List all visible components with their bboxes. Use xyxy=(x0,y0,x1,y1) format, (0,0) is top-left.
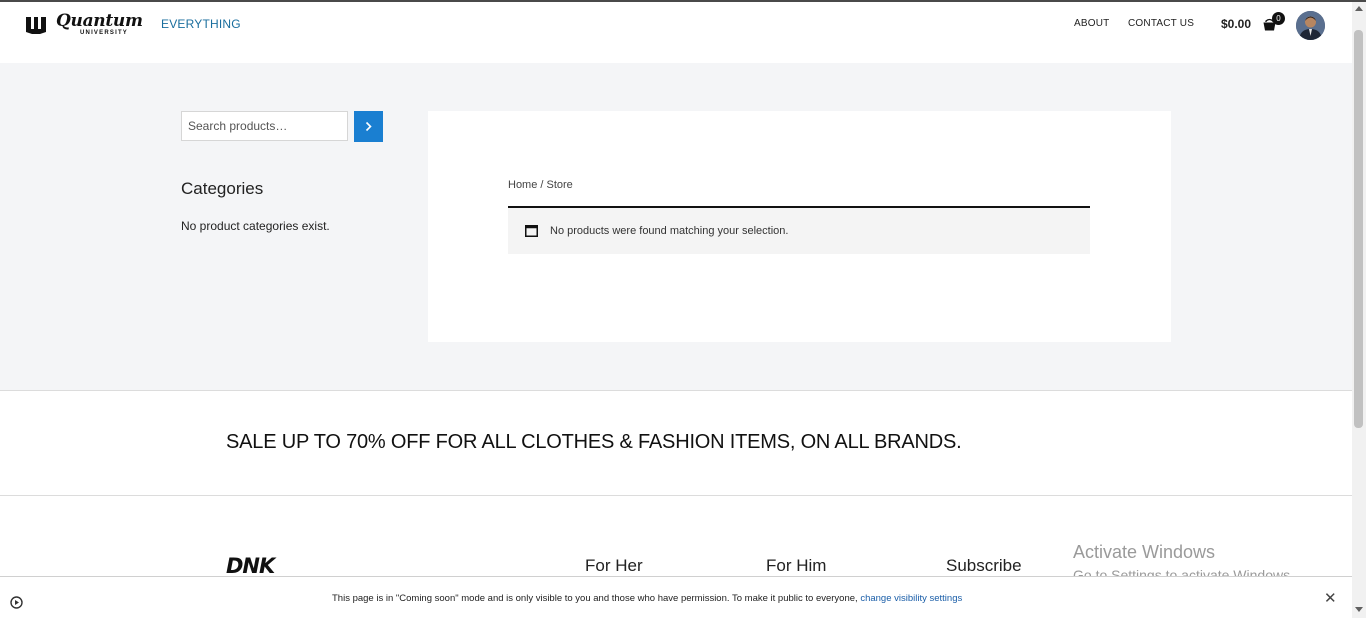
breadcrumb[interactable]: Home / Store xyxy=(508,179,573,191)
categories-empty-text: No product categories exist. xyxy=(181,219,330,233)
scroll-down-arrow-icon[interactable] xyxy=(1355,607,1363,612)
promo-banner-text: SALE UP TO 70% OFF FOR ALL CLOTHES & FAS… xyxy=(226,431,962,453)
close-icon[interactable]: ✕ xyxy=(1324,589,1337,607)
nav-about[interactable]: ABOUT xyxy=(1074,18,1109,29)
logo-text: Quantum UNIVERSITY xyxy=(56,11,143,37)
footer-for-him: For Him xyxy=(766,556,827,575)
nav-everything[interactable]: EVERYTHING xyxy=(161,17,241,31)
notice-text: No products were found matching your sel… xyxy=(550,225,789,237)
divider xyxy=(0,495,1352,496)
cart-total[interactable]: $0.00 xyxy=(1221,17,1251,31)
coming-soon-text: This page is in "Coming soon" mode and i… xyxy=(332,593,861,604)
change-visibility-link[interactable]: change visibility settings xyxy=(860,593,962,604)
coming-soon-bar: This page is in "Coming soon" mode and i… xyxy=(0,576,1352,618)
footer-logo[interactable]: DNK xyxy=(226,551,282,577)
avatar[interactable] xyxy=(1296,11,1325,40)
site-header: Quantum UNIVERSITY EVERYTHING ABOUT CONT… xyxy=(0,2,1352,63)
scrollbar[interactable] xyxy=(1352,2,1366,618)
chevron-right-icon xyxy=(365,121,372,132)
footer-logo-text: DNK xyxy=(226,554,277,577)
play-icon[interactable] xyxy=(10,596,23,609)
footer-subscribe: Subscribe xyxy=(946,556,1022,575)
footer-for-her: For Her xyxy=(585,556,643,575)
logo-title: Quantum xyxy=(56,11,143,31)
activate-windows-title: Activate Windows xyxy=(1073,542,1216,562)
scroll-up-arrow-icon[interactable] xyxy=(1355,6,1363,11)
categories-title: Categories xyxy=(181,179,264,198)
site-logo[interactable]: Quantum UNIVERSITY xyxy=(25,13,143,36)
cart-count-badge: 0 xyxy=(1272,12,1285,25)
no-products-notice: No products were found matching your sel… xyxy=(508,206,1090,254)
logo-mark-icon xyxy=(26,16,46,34)
search-button[interactable] xyxy=(354,111,383,142)
nav-contact-us[interactable]: CONTACT US xyxy=(1128,18,1194,29)
scrollbar-thumb[interactable] xyxy=(1354,30,1363,428)
coming-soon-message: This page is in "Coming soon" mode and i… xyxy=(332,593,962,604)
avatar-image xyxy=(1296,11,1325,40)
notice-icon xyxy=(525,225,538,237)
search-input[interactable] xyxy=(181,111,348,141)
